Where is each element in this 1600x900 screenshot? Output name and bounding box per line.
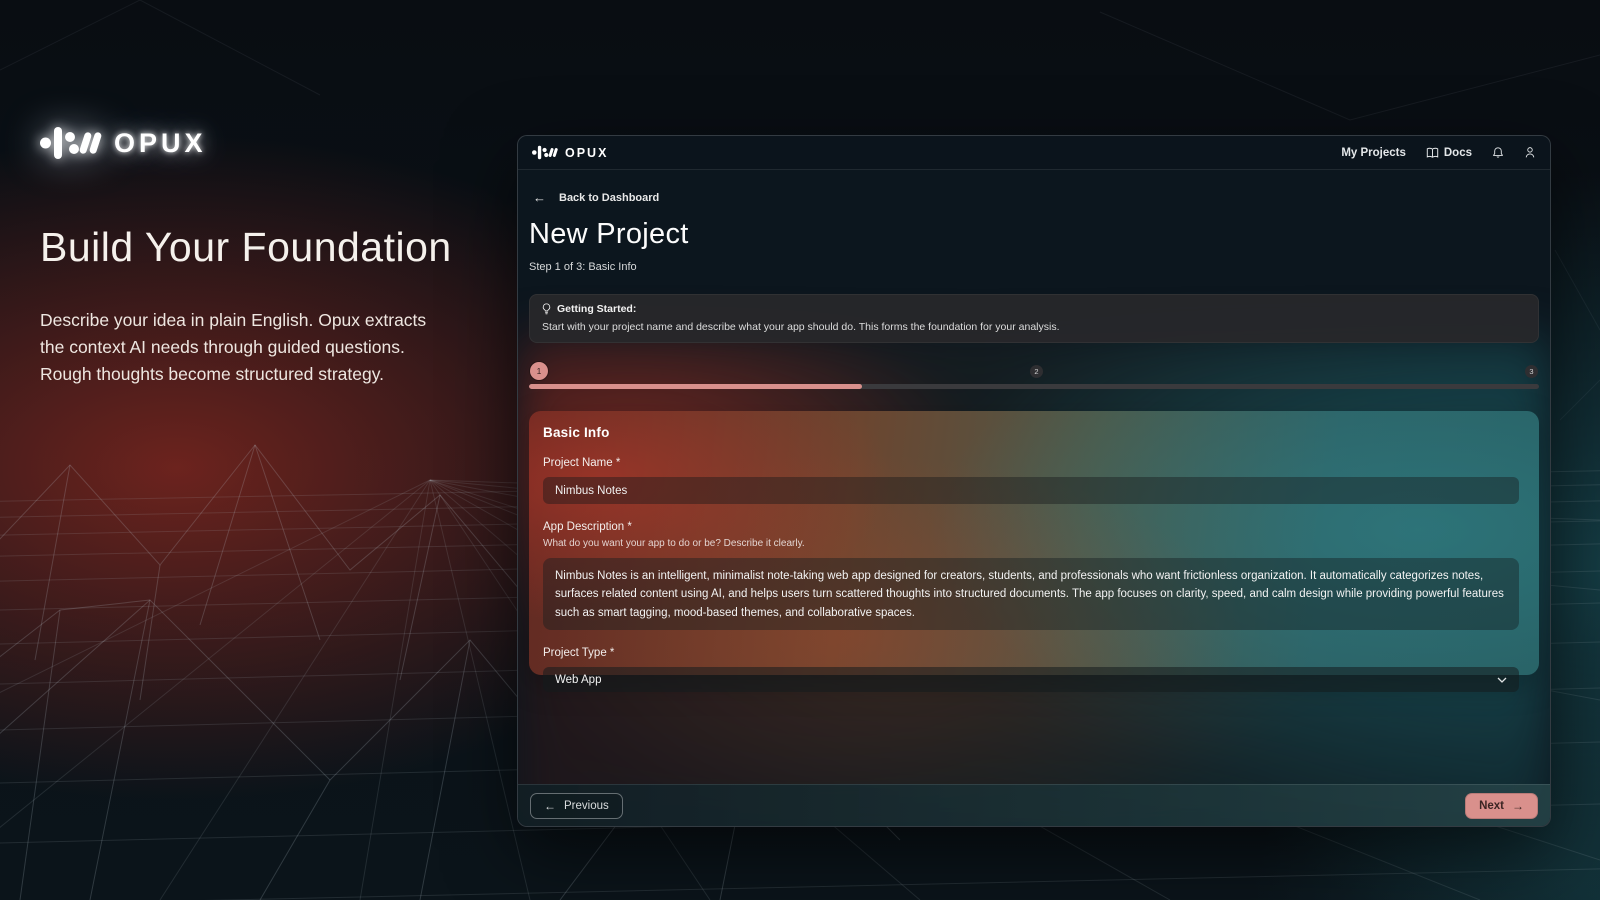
app-navbar: OPUX My Projects Docs bbox=[518, 136, 1550, 170]
notifications-bell-icon[interactable] bbox=[1492, 146, 1504, 159]
getting-started-callout: Getting Started: Start with your project… bbox=[529, 294, 1539, 343]
callout-title-row: Getting Started: bbox=[542, 303, 1526, 315]
back-arrow-icon: ← bbox=[533, 190, 546, 205]
app-window: OPUX My Projects Docs bbox=[517, 135, 1551, 827]
hero-description: Describe your idea in plain English. Opu… bbox=[40, 307, 440, 388]
opux-logo-icon-small bbox=[532, 145, 558, 160]
next-button[interactable]: Next → bbox=[1465, 793, 1538, 819]
previous-button-label: Previous bbox=[564, 800, 609, 812]
nav-my-projects-link[interactable]: My Projects bbox=[1341, 147, 1406, 159]
arrow-left-icon: ← bbox=[544, 799, 556, 813]
app-description-label: App Description * bbox=[543, 521, 1519, 533]
arrow-right-icon: → bbox=[1512, 799, 1524, 813]
app-description-textarea[interactable]: Nimbus Notes is an intelligent, minimali… bbox=[543, 558, 1519, 630]
back-link-label: Back to Dashboard bbox=[559, 192, 659, 204]
callout-title: Getting Started: bbox=[557, 303, 636, 315]
project-name-input[interactable] bbox=[543, 477, 1519, 504]
next-button-label: Next bbox=[1479, 800, 1504, 812]
nav-docs-link[interactable]: Docs bbox=[1426, 147, 1472, 159]
brand-logo: OPUX bbox=[40, 126, 460, 160]
progress-bar bbox=[529, 384, 1539, 389]
navbar-brand[interactable]: OPUX bbox=[532, 145, 608, 160]
progress-fill bbox=[529, 384, 862, 389]
page-title: New Project bbox=[529, 218, 1539, 251]
project-type-label: Project Type * bbox=[543, 647, 1519, 659]
project-type-value: Web App bbox=[555, 674, 601, 686]
stepper: 1 2 3 bbox=[529, 362, 1539, 380]
project-name-label: Project Name * bbox=[543, 457, 1519, 469]
user-account-icon[interactable] bbox=[1524, 146, 1536, 159]
window-content: ← Back to Dashboard New Project Step 1 o… bbox=[518, 190, 1550, 675]
navbar-brand-label: OPUX bbox=[565, 146, 608, 160]
hero-panel: OPUX Build Your Foundation Describe your… bbox=[40, 126, 460, 388]
nav-docs-label: Docs bbox=[1444, 147, 1472, 159]
previous-button[interactable]: ← Previous bbox=[530, 793, 623, 819]
page-background: OPUX Build Your Foundation Describe your… bbox=[0, 0, 1600, 900]
book-icon bbox=[1426, 147, 1439, 159]
app-description-helper: What do you want your app to do or be? D… bbox=[543, 538, 1519, 549]
brand-wordmark: OPUX bbox=[114, 128, 207, 159]
card-title: Basic Info bbox=[543, 425, 1519, 440]
step-indicator-text: Step 1 of 3: Basic Info bbox=[529, 261, 1539, 273]
lightbulb-icon bbox=[542, 303, 551, 315]
step-2-badge[interactable]: 2 bbox=[1030, 365, 1043, 378]
back-to-dashboard-link[interactable]: ← Back to Dashboard bbox=[529, 190, 1539, 205]
hero-headline: Build Your Foundation bbox=[40, 224, 460, 271]
callout-body: Start with your project name and describ… bbox=[542, 321, 1526, 333]
project-type-select[interactable]: Web App bbox=[543, 667, 1519, 692]
basic-info-card: Basic Info Project Name * App Descriptio… bbox=[529, 411, 1539, 675]
chevron-down-icon bbox=[1497, 677, 1507, 683]
step-3-badge[interactable]: 3 bbox=[1525, 365, 1538, 378]
wizard-footer: ← Previous Next → bbox=[518, 784, 1550, 826]
opux-logo-icon bbox=[40, 126, 102, 160]
step-1-badge[interactable]: 1 bbox=[530, 362, 548, 380]
navbar-actions: My Projects Docs bbox=[1341, 146, 1536, 159]
